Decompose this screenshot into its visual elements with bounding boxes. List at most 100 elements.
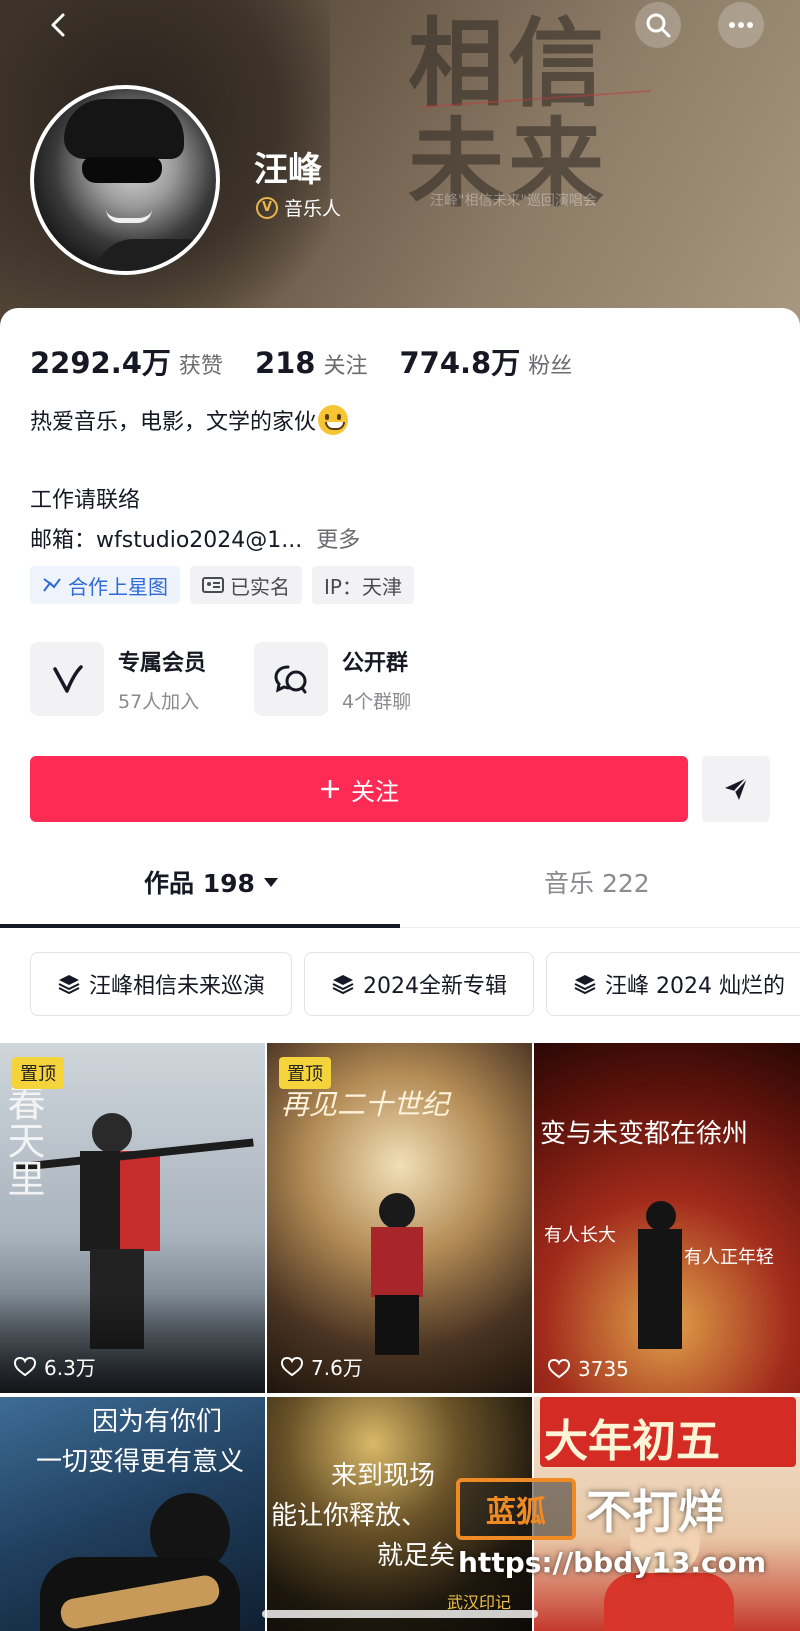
video-caption: 再见二十世纪 (281, 1088, 450, 1121)
tag-verified-identity[interactable]: 已实名 (190, 566, 302, 604)
content-tabs: 作品 198 音乐 222 (0, 856, 800, 928)
video-thumbnail[interactable]: 春天里 置顶 6.3万 (0, 1043, 265, 1393)
grinning-emoji-icon (318, 405, 349, 435)
tab-label: 作品 198 (144, 869, 255, 898)
group-chat-icon (274, 665, 307, 694)
likes-count: 7.6万 (311, 1356, 363, 1380)
club-title: 专属会员 (118, 650, 207, 676)
site-watermark: 蓝狐 不打烊 (456, 1476, 724, 1542)
bio-line: 热爱音乐，电影，文学的家伙 (30, 404, 349, 436)
club-subtitle: 4个群聊 (342, 690, 412, 713)
chip-label: 2024全新专辑 (363, 974, 508, 999)
pinned-badge: 置顶 (279, 1057, 331, 1089)
bio-email: 邮箱：wfstudio2024@1... (30, 528, 303, 553)
stack-icon (332, 975, 354, 995)
verification-badge: V 音乐人 (256, 194, 341, 221)
star-map-icon (43, 578, 61, 592)
pinned-badge: 置顶 (12, 1057, 64, 1089)
tag-label: IP：天津 (324, 574, 402, 599)
video-caption: 因为有你们 (92, 1407, 223, 1437)
bio-contact-heading: 工作请联络 (30, 488, 141, 513)
stack-icon (574, 975, 596, 995)
tag-label: 已实名 (230, 574, 290, 599)
stat-value: 2292.4万 (30, 346, 171, 380)
video-caption: 变与未变都在徐州 (540, 1119, 749, 1149)
profile-banner: 相信 未来 汪峰"相信未来"巡回演唱会 汪峰 V 音乐人 (0, 0, 800, 330)
stat-label: 关注 (323, 354, 368, 379)
active-tab-indicator (0, 924, 400, 928)
stat-followers[interactable]: 774.8万 粉丝 (400, 340, 573, 382)
profile-name: 汪峰 (254, 150, 322, 190)
video-caption-tertiary: 有人正年轻 (684, 1247, 774, 1268)
video-caption-secondary: 有人长大 (544, 1225, 616, 1246)
tag-star-map[interactable]: 合作上星图 (30, 566, 180, 604)
back-button[interactable] (36, 2, 82, 48)
avatar[interactable] (30, 85, 220, 275)
tag-label: 合作上星图 (68, 574, 168, 599)
verified-icon: V (256, 196, 278, 219)
more-dots-icon (729, 22, 753, 28)
video-thumbnail[interactable]: 因为有你们 一切变得更有意义 (0, 1397, 265, 1631)
collection-chip[interactable]: 2024全新专辑 (304, 952, 535, 1016)
tab-label: 音乐 222 (544, 869, 650, 898)
video-likes: 6.3万 (14, 1352, 96, 1381)
share-button[interactable] (702, 756, 770, 822)
more-options-button[interactable] (718, 2, 764, 48)
stat-value: 774.8万 (399, 346, 521, 380)
home-indicator[interactable] (262, 1610, 538, 1618)
video-caption: 来到现场 (331, 1461, 436, 1491)
video-caption-secondary: 能让你释放、 (271, 1501, 428, 1531)
heart-icon (281, 1356, 303, 1376)
stack-icon (58, 975, 80, 995)
send-icon (725, 777, 748, 800)
follow-label: 关注 (351, 777, 399, 806)
exclusive-membership[interactable]: 专属会员 57人加入 (30, 642, 206, 716)
chevron-left-icon (51, 13, 65, 37)
tab-music[interactable]: 音乐 222 (544, 864, 650, 900)
stat-label: 粉丝 (528, 354, 573, 379)
v-member-icon (53, 665, 83, 693)
fan-clubs: 专属会员 57人加入 公开群 4个群聊 (30, 642, 411, 716)
search-button[interactable] (635, 2, 681, 48)
collection-chip[interactable]: 汪峰相信未来巡演 (30, 952, 293, 1016)
collection-chips: 汪峰相信未来巡演 2024全新专辑 汪峰 2024 灿烂的 (30, 952, 800, 1016)
video-thumbnail[interactable]: 变与未变都在徐州 有人长大 有人正年轻 3735 (534, 1043, 800, 1393)
video-likes: 7.6万 (281, 1352, 363, 1381)
video-caption-secondary: 一切变得更有意义 (36, 1447, 245, 1477)
stat-label: 获赞 (178, 354, 223, 379)
stat-value: 218 (254, 346, 316, 380)
verification-label: 音乐人 (284, 198, 342, 220)
collection-chip[interactable]: 汪峰 2024 灿烂的 (546, 952, 800, 1016)
bio-text: 热爱音乐，电影，文学的家伙 (30, 410, 317, 435)
plus-icon (321, 780, 339, 798)
club-subtitle: 57人加入 (118, 690, 200, 713)
stat-following[interactable]: 218 关注 (255, 346, 368, 380)
video-thumbnail[interactable]: 再见二十世纪 置顶 7.6万 (267, 1043, 532, 1393)
watermark-text: 不打烊 (586, 1485, 724, 1539)
follow-button[interactable]: 关注 (30, 756, 688, 822)
id-card-icon (202, 577, 224, 593)
video-likes: 3735 (548, 1357, 629, 1381)
stat-likes[interactable]: 2292.4万 获赞 (30, 340, 223, 382)
profile-tags: 合作上星图 已实名 IP：天津 (30, 566, 414, 604)
video-caption-tertiary: 就足矣 (377, 1541, 456, 1571)
bio-email-line: 邮箱：wfstudio2024@1... 更多 (30, 522, 360, 554)
poster-subtitle: 汪峰"相信未来"巡回演唱会 (430, 193, 597, 209)
video-caption: 春天里 (1, 1083, 45, 1197)
tag-ip-location: IP：天津 (312, 566, 414, 604)
likes-count: 3735 (578, 1357, 629, 1381)
caret-down-icon (263, 878, 278, 887)
public-group[interactable]: 公开群 4个群聊 (254, 642, 411, 716)
bio-more-link[interactable]: 更多 (316, 528, 360, 553)
chip-label: 汪峰相信未来巡演 (89, 974, 266, 999)
watermark-url: https://bbdy13.com (458, 1546, 767, 1579)
heart-icon (14, 1356, 36, 1376)
chip-label: 汪峰 2024 灿烂的 (605, 974, 785, 999)
search-icon (646, 13, 671, 38)
tab-works[interactable]: 作品 198 (144, 864, 279, 900)
club-title: 公开群 (342, 650, 409, 676)
stats-row: 2292.4万 获赞 218 关注 774.8万 粉丝 (30, 340, 604, 382)
watermark-logo: 蓝狐 (456, 1478, 576, 1540)
video-caption: 大年初五 (544, 1416, 720, 1467)
likes-count: 6.3万 (44, 1356, 96, 1380)
